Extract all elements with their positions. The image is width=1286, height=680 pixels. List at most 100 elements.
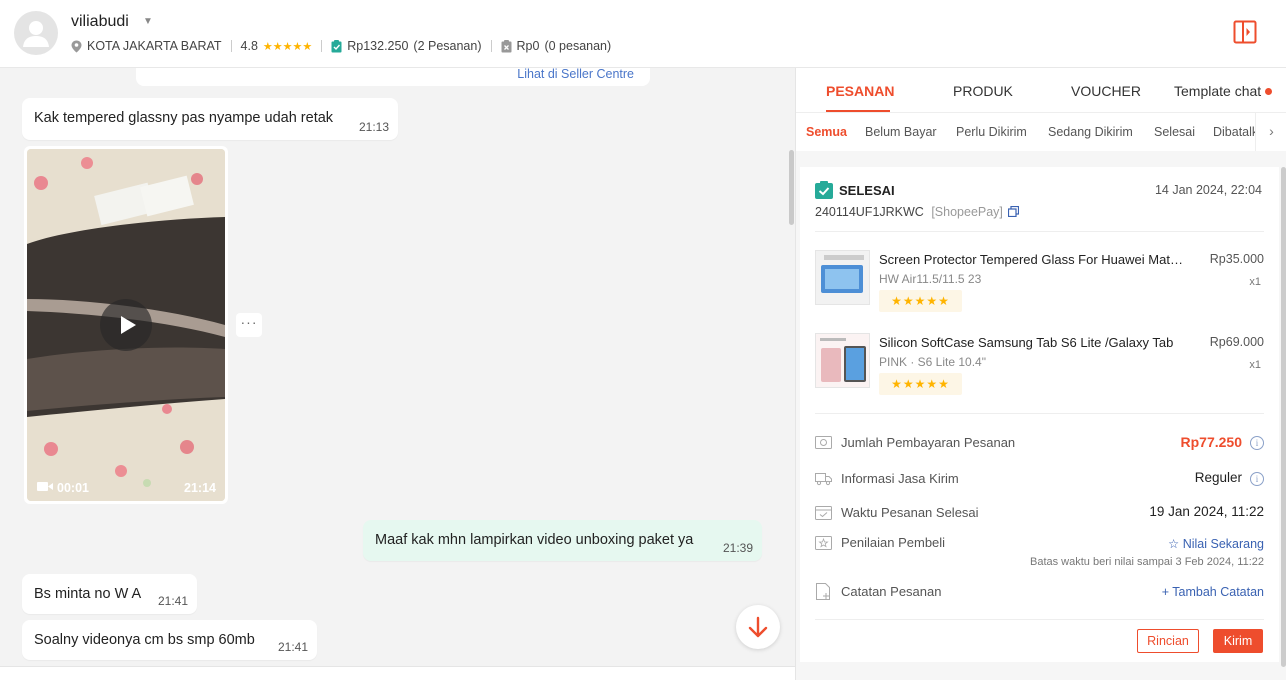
add-note-link[interactable]: + Tambah Catatan	[1162, 585, 1264, 599]
play-button[interactable]	[100, 299, 152, 351]
notification-dot	[1265, 88, 1273, 95]
status-check-icon	[815, 181, 833, 199]
review-deadline: Batas waktu beri nilai sampai 3 Feb 2024…	[1030, 556, 1264, 568]
product-variant: PINK · S6 Lite 10.4"	[879, 355, 986, 369]
active-tab-indicator	[826, 110, 890, 112]
clipboard-x-icon	[501, 39, 512, 52]
rate-now-link[interactable]: ☆ Nilai Sekarang	[1168, 536, 1264, 551]
product-name[interactable]: Silicon SoftCase Samsung Tab S6 Lite /Ga…	[879, 335, 1184, 350]
username-dropdown-icon[interactable]: ▼	[143, 16, 153, 27]
order-date: 14 Jan 2024, 22:04	[1154, 183, 1262, 197]
shipping-value: Reguler	[1194, 470, 1242, 485]
message-more-button[interactable]: ···	[236, 313, 262, 337]
order-card: SELESAI 14 Jan 2024, 22:04 240114UF1JRKW…	[800, 167, 1279, 662]
message-time: 21:39	[722, 541, 753, 555]
clipboard-check-icon	[331, 39, 342, 52]
order-filter-tabs: Semua Belum Bayar Perlu Dikirim Sedang D…	[796, 113, 1286, 151]
user-location: KOTA JAKARTA BARAT	[87, 39, 222, 53]
subtab-belum-bayar[interactable]: Belum Bayar	[865, 125, 937, 139]
detail-button[interactable]: Rincian	[1137, 629, 1199, 653]
user-rating: 4.8	[240, 39, 258, 53]
arrow-down-icon	[748, 616, 768, 638]
add-note-label: Tambah Catatan	[1172, 585, 1264, 599]
payment-value: Rp77.250	[1180, 434, 1242, 450]
payment-method: [ShopeePay]	[931, 205, 1003, 219]
user-avatar[interactable]	[14, 11, 58, 55]
divider	[815, 231, 1264, 232]
note-icon	[816, 583, 830, 600]
order-id: 240114UF1JRKWC [ShopeePay]	[815, 205, 1020, 219]
video-duration: 00:01	[57, 481, 89, 495]
user-avatar-icon	[23, 21, 49, 47]
product-quantity: x1	[1249, 276, 1261, 288]
chevron-right-icon[interactable]: ›	[1255, 113, 1286, 151]
order-panel: PESANAN PRODUK VOUCHER Template chat Sem…	[795, 68, 1286, 680]
refund-orders: (0 pesanan)	[544, 39, 612, 53]
subtab-selesai[interactable]: Selesai	[1154, 125, 1195, 139]
scroll-to-bottom-button[interactable]	[736, 605, 780, 649]
info-icon[interactable]: i	[1250, 472, 1264, 486]
message-time: 21:41	[277, 640, 308, 654]
shipping-row: Informasi Jasa Kirim Reguler i	[815, 469, 1264, 491]
panel-tabs: PESANAN PRODUK VOUCHER Template chat	[796, 68, 1286, 113]
product-price: Rp35.000	[1209, 252, 1264, 266]
user-meta: KOTA JAKARTA BARAT 4.8 ★★★★★ Rp132.250 (…	[71, 38, 611, 54]
payment-row: Jumlah Pembayaran Pesanan Rp77.250 i	[815, 433, 1264, 455]
review-label: Penilaian Pembeli	[841, 535, 946, 550]
review-star-icon	[815, 536, 832, 550]
chat-area[interactable]: Lihat di Seller Centre Kak tempered glas…	[0, 68, 795, 680]
tab-pesanan[interactable]: PESANAN	[826, 83, 894, 99]
rate-now-label: Nilai Sekarang	[1182, 537, 1264, 551]
username[interactable]: viliabudi	[71, 13, 129, 31]
info-icon[interactable]: i	[1250, 436, 1264, 450]
calendar-check-icon	[815, 506, 832, 520]
seller-centre-link[interactable]: Lihat di Seller Centre	[517, 68, 634, 81]
subtab-perlu-dikirim[interactable]: Perlu Dikirim	[956, 125, 1027, 139]
message-text: Bs minta no W A	[34, 586, 142, 602]
message-text: Kak tempered glassny pas nyampe udah ret…	[34, 110, 334, 126]
exit-panel-icon[interactable]	[1233, 20, 1257, 44]
video-message[interactable]: 00:01 21:14	[24, 146, 228, 504]
send-button[interactable]: Kirim	[1213, 629, 1263, 653]
order-product-item[interactable]: Screen Protector Tempered Glass For Huaw…	[815, 250, 1264, 320]
chat-scrollbar[interactable]	[789, 150, 794, 225]
meta-divider	[321, 40, 323, 52]
divider	[815, 619, 1264, 620]
product-name[interactable]: Screen Protector Tempered Glass For Huaw…	[879, 252, 1184, 267]
tab-produk[interactable]: PRODUK	[953, 83, 1013, 99]
message-bubble-incoming: Bs minta no W A 21:41	[22, 574, 197, 614]
notes-row: Catatan Pesanan + Tambah Catatan	[815, 582, 1264, 604]
message-bubble-incoming: Soalny videonya cm bs smp 60mb 21:41	[22, 620, 317, 660]
external-link-icon[interactable]	[1008, 205, 1020, 218]
meta-divider	[490, 40, 492, 52]
completed-value: 19 Jan 2024, 11:22	[1149, 504, 1264, 519]
video-thumbnail[interactable]: 00:01 21:14	[27, 149, 225, 501]
divider	[815, 413, 1264, 414]
order-id-value[interactable]: 240114UF1JRKWC	[815, 205, 924, 219]
spent-orders: (2 Pesanan)	[413, 39, 482, 53]
completed-row: Waktu Pesanan Selesai 19 Jan 2024, 11:22	[815, 503, 1264, 525]
message-text: Maaf kak mhn lampirkan video unboxing pa…	[375, 532, 694, 548]
meta-divider	[230, 40, 232, 52]
panel-scrollbar[interactable]	[1281, 167, 1286, 667]
product-image	[815, 333, 870, 388]
order-product-item[interactable]: Silicon SoftCase Samsung Tab S6 Lite /Ga…	[815, 333, 1264, 403]
message-input-area[interactable]	[0, 666, 795, 680]
product-variant: HW Air11.5/11.5 23	[879, 272, 982, 286]
subtab-sedang-dikirim[interactable]: Sedang Dikirim	[1048, 125, 1133, 139]
video-time: 21:14	[184, 481, 216, 495]
subtab-semua[interactable]: Semua	[806, 125, 847, 139]
review-row: Penilaian Pembeli ☆ Nilai Sekarang	[815, 533, 1264, 555]
location-pin-icon	[71, 40, 82, 52]
tab-template-chat[interactable]: Template chat	[1174, 83, 1273, 99]
product-rating-stars: ★★★★★	[879, 290, 962, 312]
rating-stars: ★★★★★	[262, 40, 313, 53]
order-status-label: SELESAI	[839, 182, 895, 198]
previous-card: Lihat di Seller Centre	[136, 68, 650, 86]
message-time: 21:13	[358, 120, 389, 134]
tab-voucher[interactable]: VOUCHER	[1071, 83, 1141, 99]
product-image	[815, 250, 870, 305]
message-text: Soalny videonya cm bs smp 60mb	[34, 632, 255, 648]
chat-header: viliabudi ▼ KOTA JAKARTA BARAT 4.8 ★★★★★…	[0, 0, 1286, 68]
product-price: Rp69.000	[1209, 335, 1264, 349]
